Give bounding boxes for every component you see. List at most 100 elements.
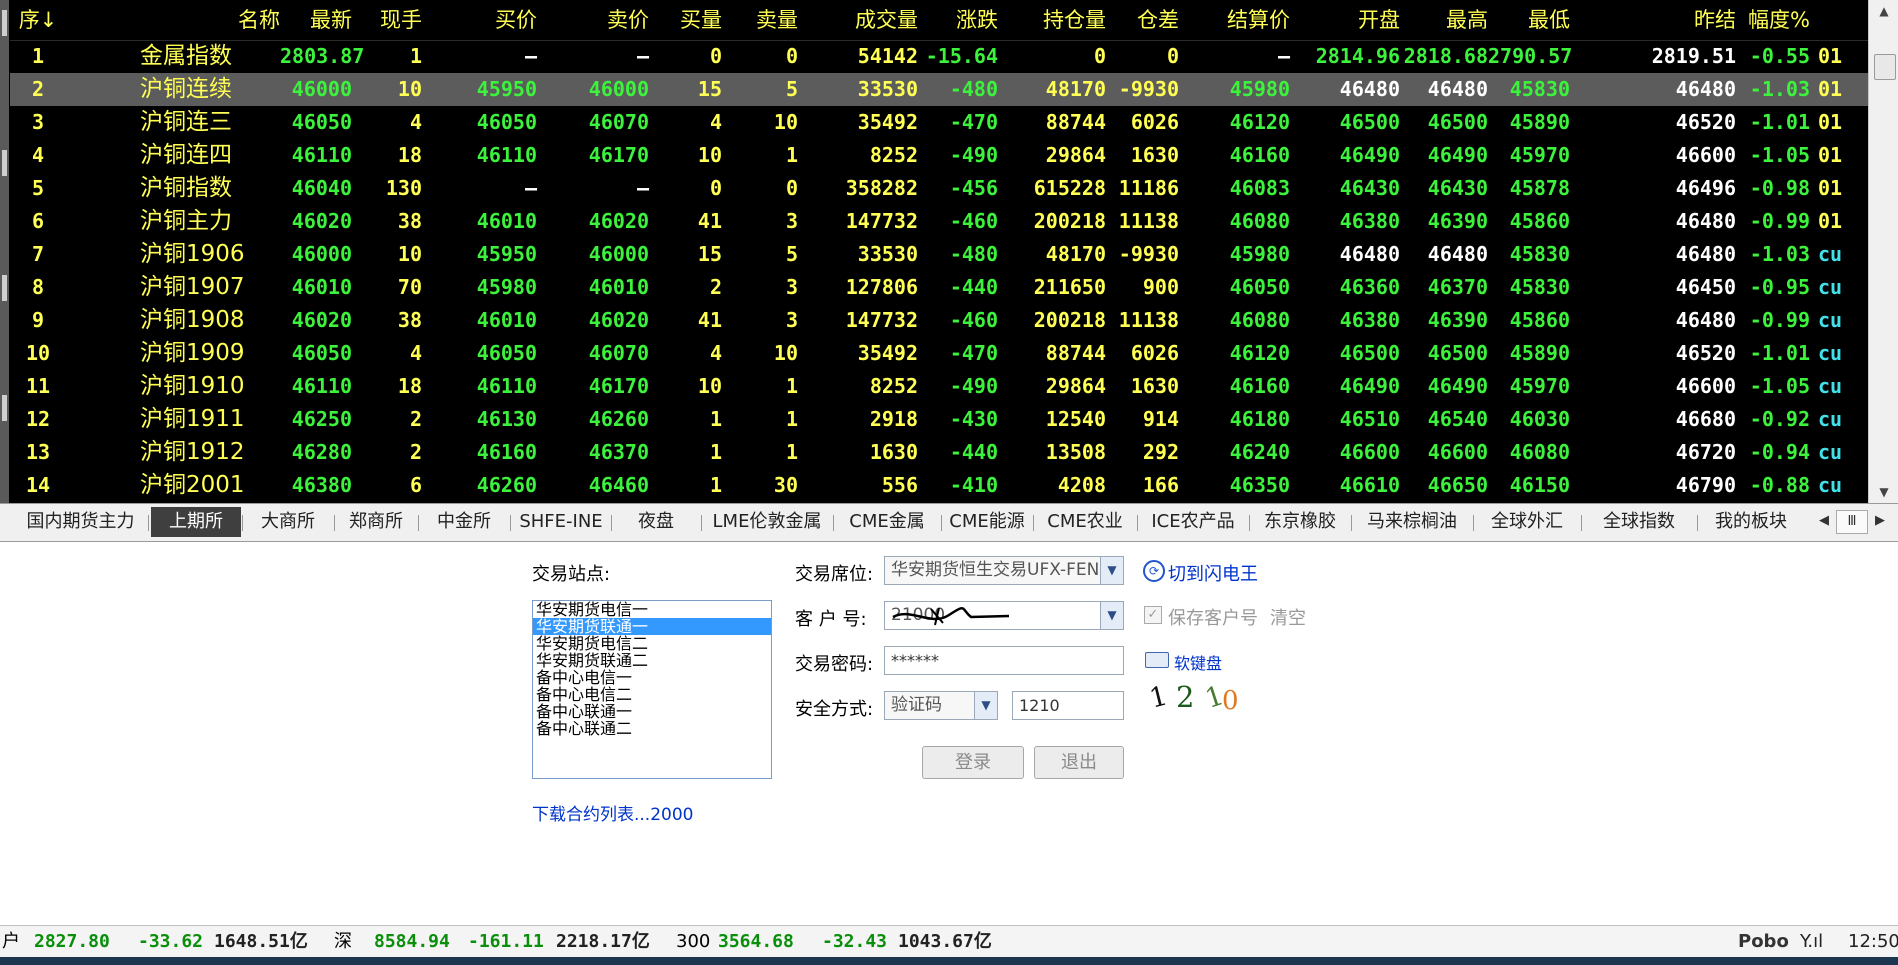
column-header[interactable]: 买量: [649, 0, 722, 40]
tab-market-1[interactable]: 国内期货主力: [14, 507, 147, 537]
scroll-down-arrow-icon[interactable]: ▼: [1873, 483, 1895, 501]
chevron-down-icon[interactable]: ▼: [974, 692, 997, 719]
password-field[interactable]: ******: [884, 646, 1124, 675]
column-header[interactable]: 持仓量: [998, 0, 1106, 40]
clear-link[interactable]: 清空: [1270, 604, 1306, 630]
table-row[interactable]: 5 沪铜指数 46040 130 — — 0 0 358282 -456 615228 11186 46…: [10, 172, 1868, 205]
scroll-thumb[interactable]: [1874, 54, 1896, 80]
column-header[interactable]: 卖量: [722, 0, 798, 40]
table-row[interactable]: 8 沪铜1907 46010 70 45980 46010 2 3 127806 -440 2116…: [10, 271, 1868, 304]
cell-chg: -460: [949, 308, 998, 332]
switch-lightning-link[interactable]: 切到闪电王: [1168, 560, 1258, 586]
security-method-select[interactable]: 验证码 ▼: [884, 691, 998, 720]
chevron-down-icon[interactable]: ▼: [1100, 602, 1123, 629]
exit-button[interactable]: 退出: [1034, 746, 1124, 779]
table-row[interactable]: 6 沪铜主力 46020 38 46010 46020 41 3 147732 -460 20021…: [10, 205, 1868, 238]
cell-oidiff: -9930: [1118, 77, 1179, 101]
cell-low: 45830: [1509, 77, 1570, 101]
station-item[interactable]: 华安期货联通二: [533, 652, 771, 669]
column-header[interactable]: 序↓: [10, 0, 66, 40]
captcha-input[interactable]: 1210: [1012, 691, 1124, 720]
column-header[interactable]: 成交量: [798, 0, 918, 40]
tab-next-icon[interactable]: ▶: [1870, 510, 1890, 532]
vertical-scrollbar[interactable]: ▲ ▼: [1868, 0, 1898, 503]
column-header[interactable]: 现手: [352, 0, 422, 40]
client-number-field[interactable]: 21000 ▼: [884, 601, 1124, 630]
column-header[interactable]: 最低: [1488, 0, 1570, 40]
tab-market-8[interactable]: LME伦敦金属: [702, 507, 832, 537]
station-list[interactable]: 华安期货电信一 华安期货联通一 华安期货电信二 华安期货联通二 备中心电信一 备中心电信二…: [532, 600, 772, 779]
table-row[interactable]: 2 沪铜连续 46000 10 45950 46000 15 5 33530 -480 48170-…: [10, 73, 1868, 106]
cell-open: 46490: [1339, 374, 1400, 398]
tab-market-6[interactable]: SHFE-INE: [512, 507, 610, 537]
column-header[interactable]: 仓差: [1106, 0, 1179, 40]
column-header[interactable]: 涨跌: [918, 0, 998, 40]
cell-pct: -1.03: [1749, 77, 1810, 101]
switch-lightning-icon[interactable]: ⟳: [1143, 560, 1165, 582]
tab-market-3[interactable]: 大商所: [243, 507, 333, 537]
cell-askvol: 3: [785, 209, 798, 233]
cell-bidvol: 15: [697, 77, 722, 101]
tab-market-2[interactable]: 上期所: [151, 507, 241, 537]
tab-market-16[interactable]: 全球指数: [1582, 507, 1696, 537]
save-client-checkbox[interactable]: ✓: [1144, 606, 1162, 624]
captcha-image[interactable]: 1 2 1 0: [1146, 678, 1256, 716]
column-header[interactable]: 买价: [422, 0, 537, 40]
column-header[interactable]: 结算价: [1179, 0, 1290, 40]
sz-index-label: 深: [334, 931, 352, 952]
download-contract-link[interactable]: 下载合约列表...2000: [532, 800, 693, 825]
table-row[interactable]: 14 沪铜2001 46380 6 46260 46460 1 30 556 -410 4208 16…: [10, 469, 1868, 502]
column-header[interactable]: 名称: [140, 0, 280, 40]
column-header[interactable]: 卖价: [537, 0, 649, 40]
soft-keyboard-link[interactable]: 软键盘: [1174, 650, 1222, 674]
table-row[interactable]: 3 沪铜连三 46050 4 46050 46070 4 10 35492 -470 88744 60…: [10, 106, 1868, 139]
tab-market-4[interactable]: 郑商所: [335, 507, 417, 537]
seat-select[interactable]: 华安期货恒生交易UFX-FEN ▼: [884, 556, 1124, 585]
tab-market-5[interactable]: 中金所: [419, 507, 509, 537]
station-item[interactable]: 备中心联通一: [533, 703, 771, 720]
table-row[interactable]: 12 沪铜1911 46250 2 46130 46260 1 1 2918 -430 12540 9…: [10, 403, 1868, 436]
scroll-up-arrow-icon[interactable]: ▲: [1873, 2, 1895, 20]
cell-oi: 48170: [1045, 77, 1106, 101]
tab-market-7[interactable]: 夜盘: [612, 507, 700, 537]
tab-market-12[interactable]: ICE农产品: [1138, 507, 1248, 537]
cell-prev: 46520: [1675, 341, 1736, 365]
station-item[interactable]: 华安期货电信一: [533, 601, 771, 618]
table-row[interactable]: 7 沪铜1906 46000 10 45950 46000 15 5 33530 -480 4817…: [10, 238, 1868, 271]
station-item[interactable]: 备中心联通二: [533, 720, 771, 737]
table-row[interactable]: 4 沪铜连四 46110 18 46110 46170 10 1 8252 -490 29864 16…: [10, 139, 1868, 172]
station-item[interactable]: 华安期货联通一: [533, 618, 771, 635]
station-item[interactable]: 备中心电信一: [533, 669, 771, 686]
table-row[interactable]: 13 沪铜1912 46280 2 46160 46370 1 1 1630 -440 13508 2…: [10, 436, 1868, 469]
tab-menu-icon[interactable]: Ⅲ: [1836, 510, 1868, 534]
login-button[interactable]: 登录: [922, 746, 1024, 779]
column-header[interactable]: 昨结: [1570, 0, 1736, 40]
keyboard-icon[interactable]: [1145, 652, 1169, 668]
cell-pct: -1.05: [1749, 143, 1810, 167]
table-row[interactable]: 1 金属指数 2803.87 1— —0 0 54142 -15.64 0 0—2814.96 28…: [10, 40, 1868, 73]
tab-market-11[interactable]: CME农业: [1034, 507, 1136, 537]
table-row[interactable]: 10 沪铜1909 46050 4 46050 46070 4 10 35492 -470 8874…: [10, 337, 1868, 370]
tab-market-17[interactable]: 我的板块: [1698, 507, 1804, 537]
cell-oi: 4208: [1057, 473, 1106, 497]
station-item[interactable]: 备中心电信二: [533, 686, 771, 703]
tab-market-14[interactable]: 马来棕榈油: [1352, 507, 1472, 537]
cell-bid: 45950: [476, 77, 537, 101]
cell-chg: -440: [949, 275, 998, 299]
column-header[interactable]: 开盘: [1290, 0, 1400, 40]
tab-market-15[interactable]: 全球外汇: [1474, 507, 1580, 537]
tab-market-13[interactable]: 东京橡胶: [1250, 507, 1350, 537]
station-item[interactable]: 华安期货电信二: [533, 635, 771, 652]
tab-prev-icon[interactable]: ◀: [1814, 510, 1834, 532]
table-row[interactable]: 9 沪铜1908 46020 38 46010 46020 41 3 147732 -460 200…: [10, 304, 1868, 337]
tab-market-9[interactable]: CME金属: [834, 507, 940, 537]
chevron-down-icon[interactable]: ▼: [1100, 557, 1123, 584]
column-header[interactable]: 最新: [280, 0, 352, 40]
table-row[interactable]: 11 沪铜1910 46110 18 46110 46170 10 1 8252 -490 2986…: [10, 370, 1868, 403]
column-header[interactable]: 最高: [1400, 0, 1488, 40]
tab-market-10[interactable]: CME能源: [942, 507, 1032, 537]
column-header[interactable]: 幅度%: [1736, 0, 1810, 40]
cell-high: 46600: [1427, 440, 1488, 464]
left-side-strip[interactable]: [0, 0, 9, 503]
cell-ask: 46010: [588, 275, 649, 299]
